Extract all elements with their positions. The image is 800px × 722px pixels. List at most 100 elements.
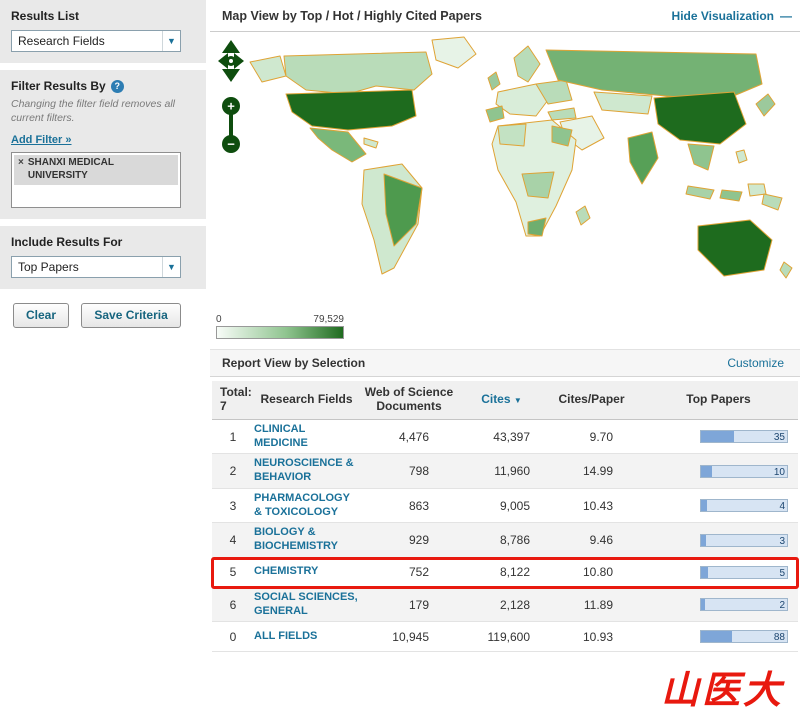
- results-table: Total: 7 Research Fields Web of Science …: [211, 381, 799, 653]
- save-criteria-button[interactable]: Save Criteria: [81, 303, 181, 329]
- filter-item[interactable]: × SHANXI MEDICAL UNIVERSITY: [14, 155, 178, 186]
- include-results-dropdown[interactable]: Top Papers ▼: [11, 256, 181, 279]
- filter-note: Changing the filter field removes all cu…: [11, 98, 176, 124]
- map-region[interactable]: [761, 193, 783, 211]
- cites-value: 9,005: [499, 498, 530, 513]
- map-legend: 0 79,529: [216, 314, 344, 339]
- column-header-cites-per-paper: Cites/Paper: [558, 392, 625, 407]
- help-icon[interactable]: ?: [110, 79, 124, 93]
- table-row: 2 NEUROSCIENCE & BEHAVIOR 798 11,960 14.…: [212, 454, 798, 489]
- map-region[interactable]: [685, 185, 715, 200]
- legend-max-label: 79,529: [313, 314, 344, 325]
- table-row: 4 BIOLOGY & BIOCHEMISTRY 929 8,786 9.46 …: [212, 523, 798, 558]
- watermark-logo: 山医大: [660, 667, 784, 712]
- map-region[interactable]: [747, 183, 767, 197]
- map-region[interactable]: [627, 131, 659, 185]
- map-region[interactable]: [697, 219, 773, 277]
- top-papers-value: 5: [779, 567, 785, 579]
- map-region[interactable]: [575, 205, 591, 226]
- report-view-title: Report View by Selection: [222, 356, 366, 370]
- minimize-icon: —: [780, 9, 792, 23]
- map-region[interactable]: [285, 89, 417, 131]
- top-papers-bar: 2: [700, 598, 788, 612]
- map-region[interactable]: [719, 189, 743, 202]
- results-list-label: Results List: [11, 9, 80, 23]
- map-region[interactable]: [735, 149, 748, 164]
- map-region[interactable]: [547, 107, 577, 121]
- docs-value: 752: [408, 565, 429, 580]
- map-region[interactable]: [485, 105, 505, 123]
- map-region[interactable]: [431, 36, 477, 69]
- research-field-link[interactable]: BIOLOGY & BIOCHEMISTRY: [254, 526, 359, 554]
- top-papers-value: 88: [773, 632, 785, 644]
- cites-per-paper-value: 9.70: [589, 429, 613, 444]
- dropdown-arrow-icon: ▼: [167, 36, 176, 46]
- map-region[interactable]: [497, 123, 527, 147]
- research-field-link[interactable]: PHARMACOLOGY & TOXICOLOGY: [254, 492, 359, 520]
- map-region[interactable]: [779, 261, 793, 279]
- zoom-in-icon: +: [227, 99, 235, 114]
- column-header-research-fields: Research Fields: [260, 392, 353, 407]
- add-filter-link[interactable]: Add Filter »: [11, 134, 72, 146]
- top-papers-value: 4: [779, 501, 785, 513]
- map-region[interactable]: [513, 45, 541, 83]
- docs-value: 179: [408, 597, 429, 612]
- cites-value: 11,960: [494, 464, 530, 479]
- hide-visualization-link[interactable]: Hide Visualization —: [672, 9, 792, 23]
- research-field-link[interactable]: CHEMISTRY: [254, 565, 359, 579]
- map-visualization: + −: [210, 32, 800, 310]
- row-rank: 5: [229, 565, 237, 580]
- results-list-dropdown[interactable]: Research Fields ▼: [11, 30, 181, 52]
- research-field-link[interactable]: NEUROSCIENCE & BEHAVIOR: [254, 457, 359, 485]
- clear-button[interactable]: Clear: [13, 303, 70, 329]
- sidebar: Results List Research Fields ▼ Filter Re…: [0, 0, 206, 329]
- column-header-cites[interactable]: Cites ▼: [459, 392, 544, 406]
- cites-value: 8,786: [499, 533, 530, 548]
- remove-filter-icon[interactable]: ×: [18, 157, 24, 182]
- top-papers-bar: 35: [700, 430, 788, 444]
- map-region[interactable]: [487, 71, 501, 91]
- legend-gradient-bar: [216, 326, 344, 339]
- cites-value: 2,128: [499, 597, 530, 612]
- pan-down-icon[interactable]: [222, 69, 240, 82]
- top-papers-bar: 4: [700, 499, 788, 513]
- map-region[interactable]: [363, 137, 379, 149]
- map-region[interactable]: [755, 93, 776, 117]
- page-title: Map View by Top / Hot / Highly Cited Pap…: [222, 9, 482, 23]
- zoom-control: + −: [222, 97, 240, 153]
- zoom-out-icon: −: [227, 137, 235, 152]
- map-region[interactable]: [653, 91, 747, 145]
- cites-value: 119,600: [487, 629, 531, 644]
- top-papers-value: 10: [773, 466, 785, 478]
- top-papers-value: 3: [779, 535, 785, 547]
- docs-value: 929: [408, 533, 429, 548]
- filter-item-label: SHANXI MEDICAL UNIVERSITY: [27, 157, 114, 181]
- dropdown-arrow-icon: ▼: [167, 262, 176, 273]
- row-rank: 0: [229, 629, 237, 644]
- research-field-link[interactable]: SOCIAL SCIENCES, GENERAL: [254, 591, 359, 619]
- map-region[interactable]: [593, 91, 653, 115]
- column-header-documents: Web of Science Documents: [364, 385, 454, 414]
- table-row: 3 PHARMACOLOGY & TOXICOLOGY 863 9,005 10…: [212, 489, 798, 524]
- filter-section: Filter Results By ? Changing the filter …: [0, 70, 206, 220]
- cites-per-paper-value: 14.99: [582, 464, 613, 479]
- customize-link[interactable]: Customize: [727, 356, 784, 370]
- table-row-all-fields: 0 ALL FIELDS 10,945 119,600 10.93 88: [212, 622, 798, 653]
- map-region[interactable]: [249, 55, 287, 83]
- selected-filters-listbox[interactable]: × SHANXI MEDICAL UNIVERSITY: [11, 152, 181, 209]
- table-row: 6 SOCIAL SCIENCES, GENERAL 179 2,128 11.…: [212, 587, 798, 623]
- pan-up-icon[interactable]: [222, 40, 240, 53]
- main-panel: Map View by Top / Hot / Highly Cited Pap…: [210, 0, 800, 653]
- research-field-link[interactable]: ALL FIELDS: [254, 630, 359, 644]
- pan-control[interactable]: [218, 40, 244, 82]
- map-region[interactable]: [551, 125, 573, 147]
- map-region[interactable]: [309, 127, 367, 163]
- row-rank: 1: [229, 429, 237, 444]
- cites-value: 8,122: [499, 565, 530, 580]
- legend-min-label: 0: [216, 314, 222, 325]
- world-map[interactable]: [236, 34, 796, 296]
- map-region[interactable]: [283, 51, 433, 95]
- map-region[interactable]: [687, 143, 715, 171]
- cites-per-paper-value: 9.46: [589, 533, 613, 548]
- research-field-link[interactable]: CLINICAL MEDICINE: [254, 423, 359, 451]
